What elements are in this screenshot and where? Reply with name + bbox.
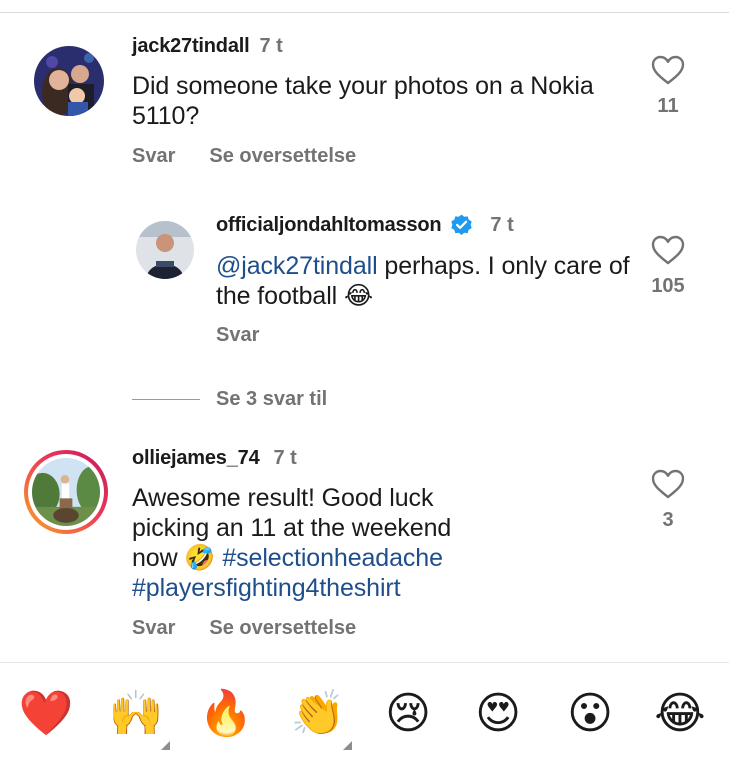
reaction-bar-divider <box>0 662 729 663</box>
top-divider <box>0 12 729 13</box>
avatar[interactable] <box>34 46 104 116</box>
view-more-replies-label[interactable]: Se 3 svar til <box>216 388 327 411</box>
username[interactable]: olliejames_74 <box>132 447 260 470</box>
like-button[interactable]: 11 <box>638 55 698 118</box>
skin-tone-indicator-icon <box>161 741 170 750</box>
raising-hands-emoji-button[interactable]: 🙌 <box>108 686 170 750</box>
tears-of-joy-emoji-button[interactable]: 😂 <box>652 686 708 742</box>
avatar-story-ring[interactable] <box>24 450 108 534</box>
reply-button[interactable]: Svar <box>216 324 259 347</box>
comment-actions: Svar <box>216 324 259 347</box>
username[interactable]: jack27tindall <box>132 35 250 58</box>
timestamp: 7 t <box>273 447 297 469</box>
heart-outline-icon[interactable] <box>651 469 685 499</box>
see-translation-button[interactable]: Se oversettelse <box>209 145 356 168</box>
mention-link[interactable]: @jack27tindall <box>216 252 378 280</box>
heart-outline-icon[interactable] <box>651 235 685 265</box>
skin-tone-indicator-icon <box>343 741 352 750</box>
like-count: 105 <box>651 275 685 297</box>
comment-text: Awesome result! Good luck picking an 11 … <box>132 483 492 603</box>
avatar <box>32 458 100 526</box>
hashtag-link[interactable]: #selectionheadache <box>222 544 443 572</box>
clapping-hands-emoji-button[interactable]: 👏 <box>290 686 352 750</box>
timestamp: 7 t <box>490 214 514 236</box>
face-with-tears-of-joy-emoji: 😂 <box>343 281 374 310</box>
like-button[interactable]: 105 <box>638 235 698 298</box>
username[interactable]: officialjondahltomasson <box>216 214 442 237</box>
like-button[interactable]: 3 <box>638 469 698 532</box>
reply-button[interactable]: Svar <box>132 617 175 640</box>
raising-hands-emoji: 🙌 <box>108 688 164 739</box>
comment-header: jack27tindall 7 t <box>132 35 283 58</box>
comment-header: officialjondahltomasson 7 t <box>216 213 514 238</box>
fire-emoji-button[interactable]: 🔥 <box>198 686 254 742</box>
crying-face-emoji-button[interactable]: 😢 <box>380 686 436 742</box>
reply-button[interactable]: Svar <box>132 145 175 168</box>
comment-header: olliejames_74 7 t <box>132 447 297 470</box>
heart-emoji-button[interactable]: ❤️ <box>18 686 74 742</box>
like-count: 11 <box>657 95 679 117</box>
comment-text: @jack27tindall perhaps. I only care of t… <box>216 251 636 311</box>
avatar[interactable] <box>136 221 194 279</box>
hashtag-link[interactable]: #playersfighting4theshirt <box>132 574 401 602</box>
surprised-face-emoji-button[interactable]: 😮 <box>562 686 618 742</box>
heart-outline-icon[interactable] <box>651 55 685 85</box>
timestamp: 7 t <box>259 35 283 57</box>
clapping-hands-emoji: 👏 <box>290 688 346 739</box>
quick-reaction-bar: ❤️ 🙌 🔥 👏 😢 😍 😮 😂 <box>0 676 729 756</box>
see-translation-button[interactable]: Se oversettelse <box>209 617 356 640</box>
like-count: 3 <box>662 509 674 531</box>
view-more-replies[interactable]: Se 3 svar til <box>132 388 327 411</box>
replies-divider-line <box>132 399 200 400</box>
comment-actions: Svar Se oversettelse <box>132 617 356 640</box>
comment-actions: Svar Se oversettelse <box>132 145 356 168</box>
rolling-on-floor-laughing-emoji: 🤣 <box>184 543 216 572</box>
verified-badge-icon <box>451 214 473 235</box>
heart-eyes-emoji-button[interactable]: 😍 <box>470 686 526 742</box>
comment-text: Did someone take your photos on a Nokia … <box>132 72 594 130</box>
